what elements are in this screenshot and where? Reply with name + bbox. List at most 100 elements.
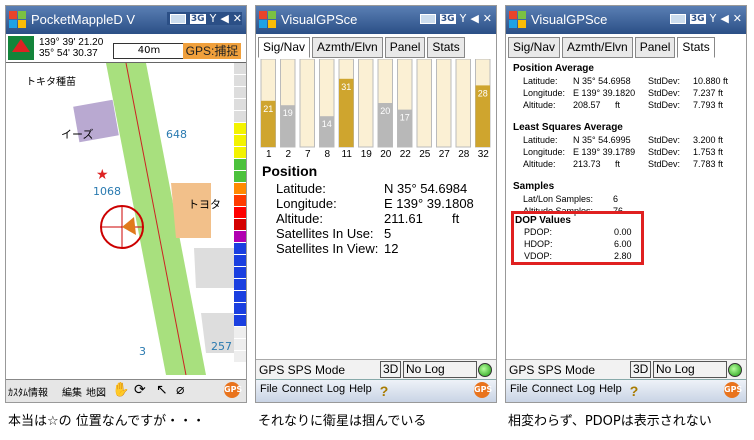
menu-file[interactable]: File xyxy=(510,383,528,399)
phone-visualgps-signav: VisualGPSce 3G Y ◀ ✕ Sig/Nav Azmth/Elvn … xyxy=(255,5,497,403)
pa-lat-sd-value: 10.880 ft xyxy=(693,76,729,86)
ls-lat-sd-label: StdDev: xyxy=(648,135,681,145)
zoom-level-bar[interactable] xyxy=(234,63,246,375)
help-icon[interactable]: ? xyxy=(380,383,389,399)
pa-alt-sd-value: 7.793 ft xyxy=(693,100,724,110)
hdop-label: HDOP: xyxy=(524,239,553,249)
phone-visualgps-stats: VisualGPSce 3G Y ◀ ✕ Sig/Nav Azmth/Elvn … xyxy=(505,5,747,403)
gps-logo-icon[interactable]: GPS xyxy=(224,382,242,398)
close-icon[interactable]: ✕ xyxy=(233,12,242,25)
latitude-value: N 35° 54.6984 xyxy=(384,181,468,196)
menu-bar: File Connect Log Help ? GPS xyxy=(506,379,746,402)
vdop-value: 2.80 xyxy=(614,251,632,261)
pa-lon-sd-value: 7.237 ft xyxy=(693,88,724,98)
pointer-icon[interactable]: ↖ xyxy=(156,382,168,398)
speaker-icon[interactable]: ◀ xyxy=(720,12,728,25)
log-status: No Log xyxy=(403,361,477,378)
sats-in-view-value: 12 xyxy=(384,241,399,256)
signal-bar-bg xyxy=(416,59,432,148)
speaker-icon[interactable]: ◀ xyxy=(220,12,228,25)
coordinates: 139° 39' 21.20 35° 54' 30.37 xyxy=(39,37,103,59)
menu-file[interactable]: File xyxy=(260,383,278,399)
signal-bar-value: 17 xyxy=(400,113,410,123)
tray: 3G Y ◀ ✕ xyxy=(419,12,492,25)
tab-signav[interactable]: Sig/Nav xyxy=(258,37,311,58)
tray: 3G Y ◀ ✕ xyxy=(166,12,242,25)
prn-label: 22 xyxy=(399,149,411,160)
dop-header: DOP Values xyxy=(515,215,571,226)
tab-stats[interactable]: Stats xyxy=(677,37,715,58)
rotate-icon[interactable]: ⟳ xyxy=(134,382,146,398)
menu-connect[interactable]: Connect xyxy=(532,383,573,399)
menu-help[interactable]: Help xyxy=(599,383,622,399)
prn-label: 27 xyxy=(438,149,450,160)
3g-icon: 3G xyxy=(189,13,206,24)
ls-alt-sd-label: StdDev: xyxy=(648,159,681,169)
custom-info-button[interactable]: ｶｽﾀﾑ情報 xyxy=(8,384,48,399)
windows-start-icon[interactable] xyxy=(509,11,527,29)
menu-log[interactable]: Log xyxy=(577,383,595,399)
tab-panel[interactable]: Panel xyxy=(384,37,426,58)
compass-icon[interactable]: ⌀ xyxy=(176,382,184,398)
hand-tool-icon[interactable]: ✋ xyxy=(112,382,129,398)
vdop-label: VDOP: xyxy=(524,251,553,261)
caption-2: それなりに衛星は掴んでいる xyxy=(258,414,427,429)
tab-azmth-elvn[interactable]: Azmth/Elvn xyxy=(562,37,633,58)
ls-alt-value: 213.73 xyxy=(573,159,601,169)
menu-help[interactable]: Help xyxy=(349,383,372,399)
prn-label: 11 xyxy=(341,149,352,160)
altitude-label: Altitude: xyxy=(276,211,323,226)
caption-3: 相変わらず、PDOPは表示されない xyxy=(508,414,712,429)
edit-button[interactable]: 編集 xyxy=(62,384,82,399)
tab-signav[interactable]: Sig/Nav xyxy=(508,37,561,58)
star-marker-icon: ★ xyxy=(96,167,109,183)
speaker-icon[interactable]: ◀ xyxy=(470,12,478,25)
pa-alt-unit: ft xyxy=(615,100,621,110)
signal-bar-bg xyxy=(299,59,315,148)
place-label-tokita: トキタ種苗 xyxy=(26,75,76,88)
signal-icon: Y xyxy=(209,12,217,25)
prn-label: 25 xyxy=(419,149,431,160)
coord-lat: 35° 54' 30.37 xyxy=(39,48,98,59)
longitude-value: E 139° 39.1808 xyxy=(384,196,474,211)
gps-capture-button[interactable]: GPS:捕捉 xyxy=(183,43,241,59)
coord-lon: 139° 39' 21.20 xyxy=(39,37,104,48)
map-button[interactable]: 地図 xyxy=(86,384,106,399)
status-led-icon xyxy=(728,363,742,377)
prn-label: 7 xyxy=(304,149,311,160)
ls-lat-sd-value: 3.200 ft xyxy=(693,135,724,145)
close-icon[interactable]: ✕ xyxy=(733,12,742,25)
pa-lat-label: Latitude: xyxy=(523,76,558,86)
close-icon[interactable]: ✕ xyxy=(483,12,492,25)
place-label-ease: イーズ xyxy=(61,127,93,141)
pa-lon-label: Longitude: xyxy=(523,88,566,98)
map-view[interactable]: トキタ種苗 イーズ 648 1068 トヨタ 257 3 ★ xyxy=(6,63,234,375)
pa-alt-value: 208.57 xyxy=(573,100,601,110)
sats-in-view-label: Satellites In View: xyxy=(276,241,379,256)
windows-start-icon[interactable] xyxy=(259,11,277,29)
tab-bar: Sig/Nav Azmth/Elvn Panel Stats xyxy=(258,37,465,58)
window-title: PocketMappleD V xyxy=(31,12,136,27)
ls-lon-value: E 139° 39.1789 xyxy=(573,147,636,157)
north-arrow-icon[interactable] xyxy=(8,36,34,60)
3g-icon: 3G xyxy=(689,13,706,24)
tab-panel[interactable]: Panel xyxy=(634,37,676,58)
menu-log[interactable]: Log xyxy=(327,383,345,399)
tab-azmth-elvn[interactable]: Azmth/Elvn xyxy=(312,37,383,58)
help-icon[interactable]: ? xyxy=(630,383,639,399)
samples-header: Samples xyxy=(513,181,555,192)
windows-start-icon[interactable] xyxy=(9,11,27,29)
battery-icon xyxy=(419,13,436,24)
gps-logo-icon[interactable]: GPS xyxy=(724,382,742,398)
altitude-unit: ft xyxy=(452,211,460,226)
prn-label: 20 xyxy=(380,149,392,160)
menu-connect[interactable]: Connect xyxy=(282,383,323,399)
prn-label: 28 xyxy=(458,149,470,160)
signal-bar-value: 21 xyxy=(263,104,273,114)
status-led-icon xyxy=(478,363,492,377)
caption-1: 本当は☆の 位置なんですが・・・ xyxy=(8,414,206,429)
prn-label: 2 xyxy=(285,149,292,160)
gps-logo-icon[interactable]: GPS xyxy=(474,382,492,398)
tab-stats[interactable]: Stats xyxy=(427,37,465,58)
number-label-257: 257 xyxy=(211,340,232,353)
